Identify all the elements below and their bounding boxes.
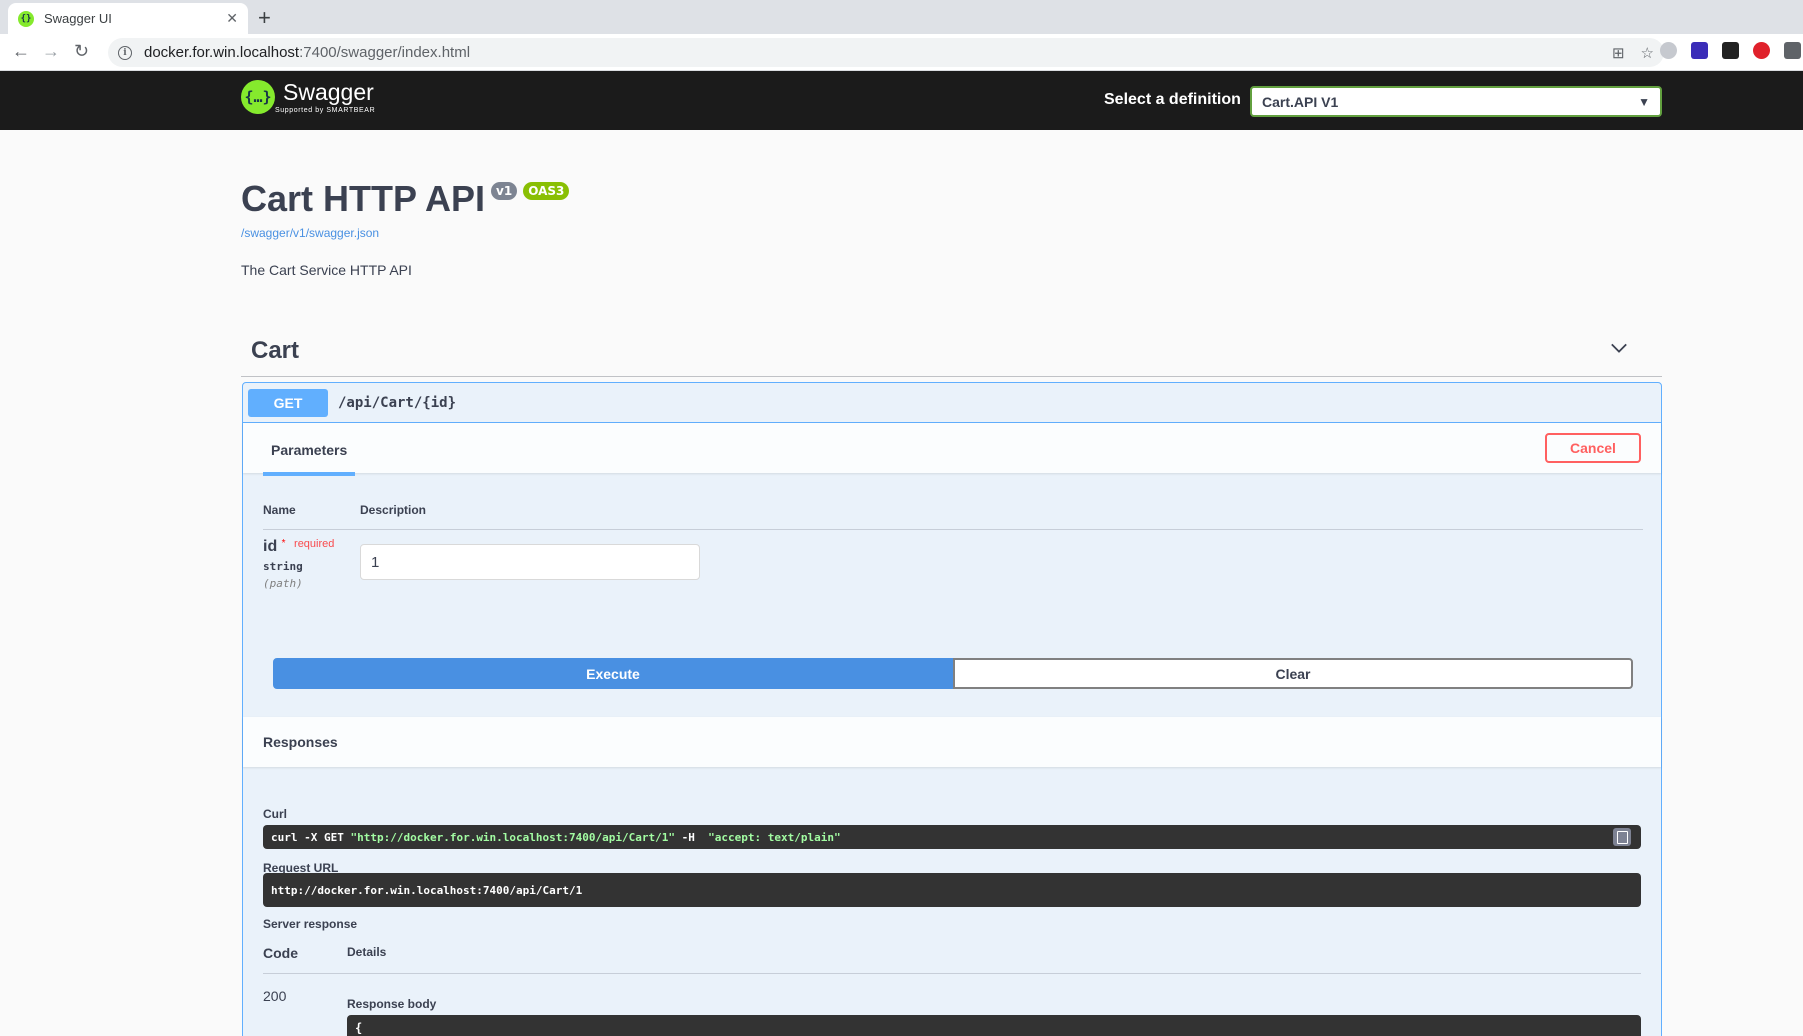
extension-opera-icon[interactable] (1753, 42, 1770, 59)
param-name-cell: id * required string (path) (263, 538, 360, 590)
operation-summary[interactable]: GET /api/Cart/{id} (243, 383, 1661, 423)
tag-header-cart[interactable]: Cart (241, 325, 1662, 377)
chevron-down-icon: ▼ (1638, 94, 1650, 109)
address-bar: ← → ↻ i docker.for.win.localhost:7400/sw… (0, 34, 1803, 71)
curl-block: curl -X GET "http://docker.for.win.local… (263, 825, 1641, 849)
browser-tab[interactable]: {} Swagger UI ✕ (8, 3, 248, 34)
col-description: Description (360, 503, 427, 517)
responses-header: Responses (243, 717, 1661, 767)
param-type: string (263, 560, 303, 573)
curl-header: "accept: text/plain" (708, 830, 841, 844)
response-body-block: { (347, 1015, 1641, 1036)
param-name: id (263, 538, 278, 555)
url-path: :7400/swagger/index.html (299, 44, 471, 61)
extension-icons (1660, 42, 1801, 59)
server-response-label: Server response (263, 917, 358, 931)
parameters-table-header: Name Description (263, 503, 1643, 530)
request-url: http://docker.for.win.localhost:7400/api… (271, 883, 583, 897)
curl-label: Curl (263, 807, 287, 821)
execute-button[interactable]: Execute (273, 658, 953, 689)
code-header: Code (263, 945, 298, 961)
url-host: docker.for.win.localhost (144, 44, 300, 61)
table-row: id * required string (path) (263, 530, 1643, 590)
curl-cmd: curl -X GET (271, 830, 351, 844)
param-location: (path) (263, 577, 303, 590)
back-icon[interactable]: ← (12, 41, 30, 62)
cancel-button[interactable]: Cancel (1545, 433, 1641, 463)
operation-path: /api/Cart/{id} (338, 394, 457, 411)
tag-name: Cart (251, 336, 300, 364)
col-name: Name (263, 503, 296, 517)
extension-mask-icon[interactable] (1722, 42, 1739, 59)
parameters-header: Parameters Cancel (243, 423, 1661, 476)
required-label: required (294, 538, 335, 550)
forward-icon[interactable]: → (42, 41, 60, 62)
oas-badge: OAS3 (523, 182, 570, 200)
response-body-text: { (355, 1021, 363, 1035)
definition-label: Select a definition (1104, 91, 1241, 108)
extension-badge-icon[interactable] (1691, 42, 1708, 59)
extensions-puzzle-icon[interactable] (1784, 42, 1801, 59)
server-response-table-header: Code Details (263, 945, 1641, 974)
reload-icon[interactable]: ↻ (74, 41, 89, 62)
method-badge: GET (248, 388, 328, 417)
execute-wrapper: Execute Clear (273, 658, 1633, 689)
api-title-row: Cart HTTP API v1 OAS3 (241, 178, 570, 220)
request-url-block: http://docker.for.win.localhost:7400/api… (263, 873, 1641, 907)
logo-subtext: Supported by SMARTBEAR (275, 106, 376, 114)
site-info-icon[interactable]: i (118, 45, 132, 60)
spec-link[interactable]: /swagger/v1/swagger.json (241, 226, 379, 240)
browser-tab-bar: {} Swagger UI ✕ + (0, 0, 1803, 34)
page-title: Cart HTTP API (241, 178, 486, 219)
bookmark-star-icon[interactable]: ☆ (1641, 44, 1654, 62)
responses-title: Responses (263, 734, 338, 750)
response-body-label: Response body (347, 997, 437, 1011)
tab-title: Swagger UI (44, 11, 112, 26)
swagger-logo-icon: {…} (241, 80, 275, 114)
swagger-logo[interactable]: {…} Swagger Supported by SMARTBEAR (241, 80, 375, 114)
curl-flag: -H (675, 830, 709, 844)
copy-to-clipboard-icon[interactable] (1613, 828, 1631, 846)
url-input[interactable]: i docker.for.win.localhost:7400/swagger/… (108, 38, 1664, 67)
param-description-cell (360, 538, 700, 590)
response-code: 200 (263, 988, 287, 1004)
api-description: The Cart Service HTTP API (241, 262, 412, 278)
version-badge: v1 (491, 182, 518, 200)
definition-select[interactable]: Cart.API V1 ▼ (1250, 86, 1662, 117)
close-tab-icon[interactable]: ✕ (226, 10, 238, 27)
tab-parameters[interactable]: Parameters (263, 428, 356, 476)
definition-value: Cart.API V1 (1262, 93, 1339, 110)
logo-text: Swagger (283, 78, 374, 105)
extension-cloud-icon[interactable] (1660, 42, 1677, 59)
operation-block: GET /api/Cart/{id} Parameters Cancel Nam… (242, 382, 1662, 1036)
swagger-topbar: {…} Swagger Supported by SMARTBEAR Selec… (0, 71, 1803, 130)
swagger-favicon-icon: {} (18, 10, 34, 27)
chevron-down-icon[interactable] (1610, 339, 1628, 357)
new-tab-button[interactable]: + (258, 5, 271, 31)
curl-url: "http://docker.for.win.localhost:7400/ap… (350, 830, 675, 844)
details-header: Details (347, 945, 387, 959)
translate-icon[interactable]: ⊞ (1612, 44, 1625, 62)
required-star: * (281, 538, 286, 549)
id-input[interactable] (360, 544, 700, 580)
parameters-table: Name Description id * required string (p… (263, 503, 1643, 590)
clear-button[interactable]: Clear (953, 658, 1633, 689)
